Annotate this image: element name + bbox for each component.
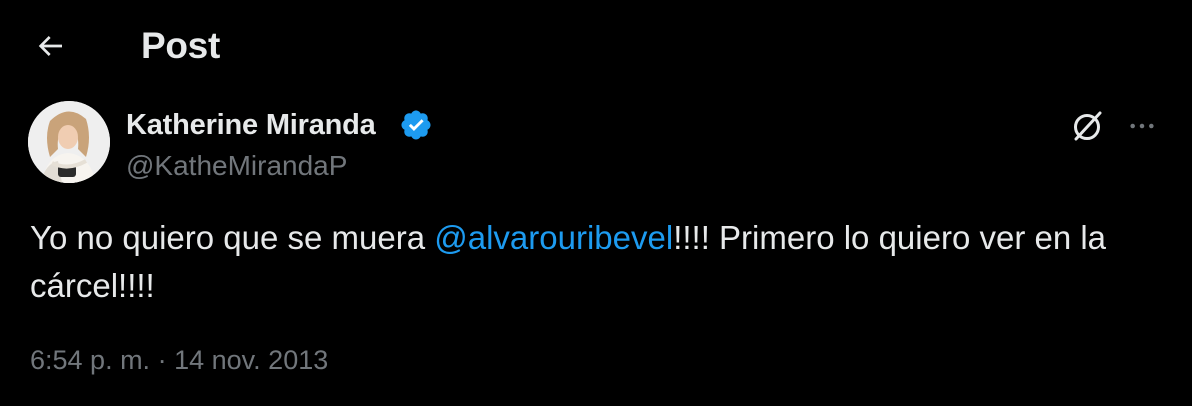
arrow-left-icon bbox=[38, 36, 62, 56]
meta-separator: · bbox=[157, 345, 167, 375]
more-dots-icon bbox=[1130, 123, 1154, 129]
tweet-date[interactable]: 14 nov. 2013 bbox=[174, 345, 328, 375]
tweet-text: Yo no quiero que se muera @alvarouribeve… bbox=[30, 214, 1170, 310]
author-name[interactable]: Katherine Miranda bbox=[126, 107, 376, 143]
tweet-time[interactable]: 6:54 p. m. bbox=[30, 345, 150, 375]
avatar[interactable] bbox=[28, 101, 110, 183]
grok-icon bbox=[1074, 111, 1102, 141]
verified-badge-icon[interactable] bbox=[399, 108, 433, 142]
more-button[interactable] bbox=[1120, 104, 1164, 148]
tweet-text-start: Yo no quiero que se muera bbox=[30, 219, 435, 256]
profile-photo bbox=[28, 101, 110, 183]
author-handle[interactable]: @KatheMirandaP bbox=[126, 148, 347, 184]
tweet-meta: 6:54 p. m. · 14 nov. 2013 bbox=[30, 342, 328, 378]
page-title: Post bbox=[141, 25, 220, 66]
post-header: Post bbox=[0, 0, 1192, 92]
back-button[interactable] bbox=[22, 24, 78, 68]
grok-button[interactable] bbox=[1066, 104, 1110, 148]
mention-link[interactable]: @alvarouribevel bbox=[434, 219, 673, 256]
